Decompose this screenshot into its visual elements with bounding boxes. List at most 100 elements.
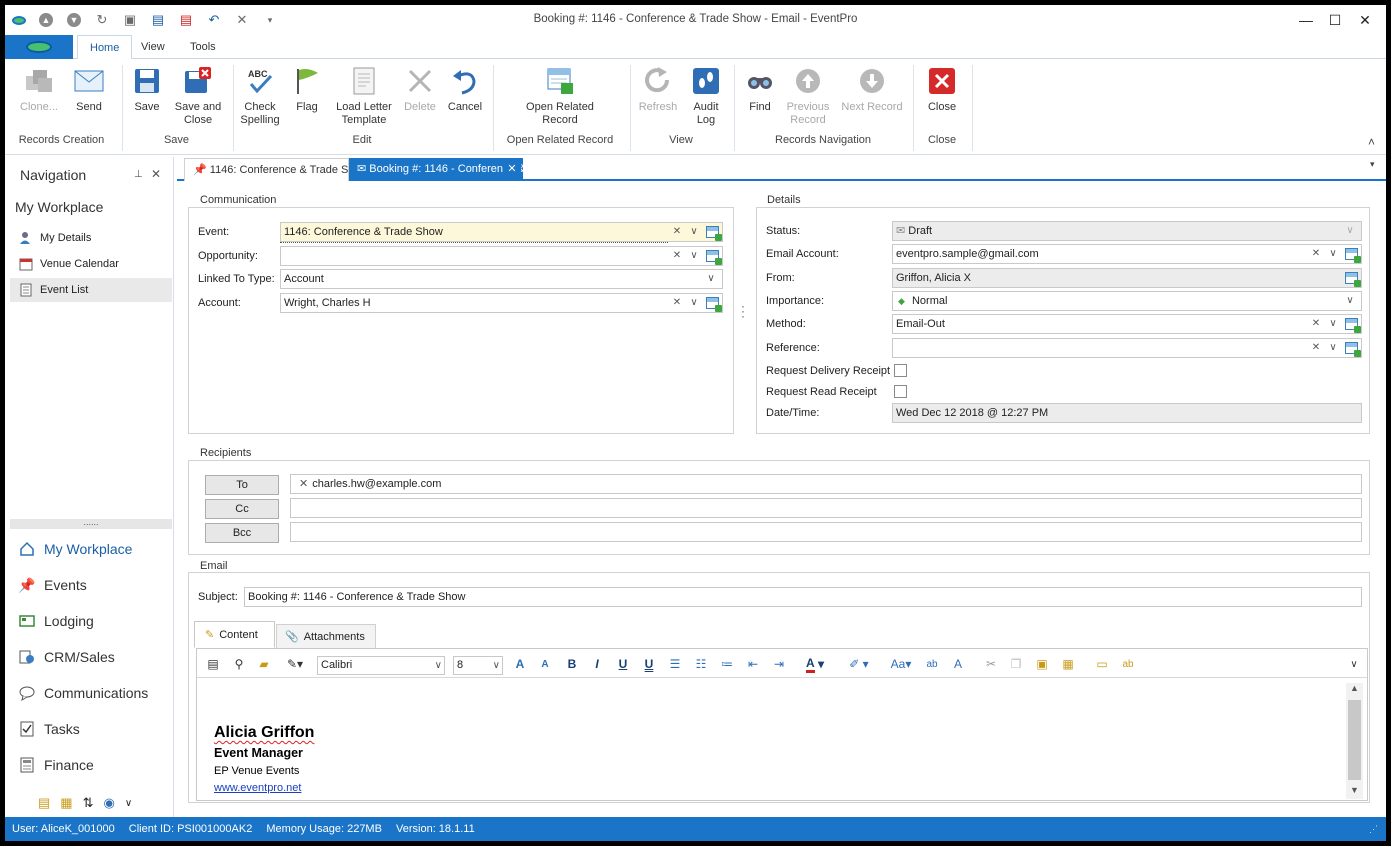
find-replace-icon[interactable]: ⚲	[231, 652, 247, 676]
chevron-down-icon[interactable]: ∨	[1325, 245, 1341, 263]
save-and-close-button[interactable]: Save and Close	[173, 65, 223, 127]
bcc-field[interactable]	[290, 522, 1362, 542]
module-events[interactable]: 📌 Events	[18, 570, 87, 600]
chevron-down-icon[interactable]: ∨	[1342, 292, 1358, 310]
panel-splitter[interactable]: · · ·	[741, 300, 745, 322]
check-spelling-button[interactable]: ABC Check Spelling	[240, 65, 280, 127]
numbering-icon[interactable]: ☷	[693, 652, 709, 676]
minimize-button[interactable]: —	[1294, 9, 1318, 31]
close-tab-button[interactable]: ✕	[503, 158, 521, 181]
chevron-down-icon[interactable]: ∨	[686, 247, 702, 265]
clone-button[interactable]: Clone...	[16, 65, 62, 114]
merge-field-icon[interactable]: ab	[1120, 652, 1136, 676]
send-button[interactable]: Send	[69, 65, 109, 114]
spelling-icon[interactable]: ab	[924, 652, 940, 676]
close-window-button[interactable]: ✕	[1353, 9, 1377, 31]
module-communications[interactable]: Communications	[18, 678, 148, 708]
pin-icon[interactable]: ⊥	[134, 169, 143, 180]
chevron-down-icon[interactable]: ∨	[1325, 339, 1341, 357]
status-field[interactable]: ✉ Draft ∨	[892, 221, 1362, 241]
decrease-indent-icon[interactable]: ⇤	[745, 652, 761, 676]
cut-icon[interactable]: ✂	[983, 652, 999, 676]
linked-to-type-select[interactable]: Account ∨	[280, 269, 723, 289]
lookup-grid-icon[interactable]	[703, 223, 722, 241]
increase-indent-icon[interactable]: ⇥	[771, 652, 787, 676]
method-field[interactable]: Email-Out ✕ ∨	[892, 314, 1362, 334]
nav-item-event-list[interactable]: Event List	[10, 278, 172, 302]
highlight-icon[interactable]: ✐ ▾	[845, 652, 873, 676]
font-color-icon[interactable]: A ▾	[801, 652, 829, 676]
lookup-grid-icon[interactable]	[1342, 245, 1361, 263]
from-field[interactable]: Griffon, Alicia X	[892, 268, 1362, 288]
bullets-icon[interactable]: ☰	[667, 652, 683, 676]
account-field[interactable]: Wright, Charles H ✕ ∨	[280, 293, 723, 313]
clear-icon[interactable]: ✕	[669, 223, 685, 241]
sort-icon[interactable]: ⇅	[83, 795, 94, 811]
font-dialog-icon[interactable]: A	[950, 652, 966, 676]
font-size-select[interactable]: 8 ∨	[453, 656, 503, 675]
scroll-up-icon[interactable]: ▲	[1346, 683, 1363, 697]
cancel-button[interactable]: Cancel	[446, 65, 484, 114]
clear-icon[interactable]: ✕	[669, 247, 685, 265]
application-menu-button[interactable]	[5, 35, 73, 59]
event-field[interactable]: 1146: Conference & Trade Show ✕ ∨	[280, 222, 723, 242]
module-crm-sales[interactable]: CRM/Sales	[18, 642, 115, 672]
toolbar-more-icon[interactable]: ∨	[1347, 652, 1361, 676]
close-button[interactable]: Close	[923, 65, 961, 114]
module-lodging[interactable]: Lodging	[18, 606, 94, 636]
open-related-record-button[interactable]: Open Related Record	[520, 65, 600, 127]
tab-tools[interactable]: Tools	[178, 35, 228, 59]
clear-icon[interactable]: ✕	[1308, 315, 1324, 333]
page-layout-icon[interactable]: ▤	[205, 652, 221, 676]
paste-format-icon[interactable]: ✎▾	[283, 652, 307, 676]
multilevel-list-icon[interactable]: ≔	[719, 652, 735, 676]
clear-icon[interactable]: ✕	[1308, 339, 1324, 357]
lookup-grid-icon[interactable]	[703, 247, 722, 265]
globe-icon[interactable]: ◉	[104, 795, 115, 811]
clear-icon[interactable]: ✕	[1308, 245, 1324, 263]
to-button[interactable]: To	[205, 475, 279, 495]
doc-tab-email[interactable]: ✉ Booking #: 1146 - Conference & Trade S…	[349, 158, 523, 181]
doc-tab-event[interactable]: 📌 1146: Conference & Trade Show	[184, 158, 349, 181]
tab-list-dropdown-icon[interactable]: ▾	[1370, 159, 1375, 170]
save-button[interactable]: Save	[128, 65, 166, 114]
font-name-select[interactable]: Calibri ∨	[317, 656, 445, 675]
notes-icon[interactable]: ▤	[38, 795, 50, 811]
flag-button[interactable]: Flag	[291, 65, 323, 114]
module-tasks[interactable]: Tasks	[18, 714, 80, 744]
pane-splitter[interactable]: ......	[10, 518, 172, 529]
opportunity-field[interactable]: ✕ ∨	[280, 246, 723, 266]
refresh-button[interactable]: Refresh	[636, 65, 680, 114]
module-my-workplace[interactable]: My Workplace	[18, 534, 132, 564]
double-underline-icon[interactable]: U	[641, 652, 657, 676]
chevron-down-icon[interactable]: ∨	[493, 657, 500, 674]
open-folder-icon[interactable]: ▰	[256, 652, 272, 676]
collapse-ribbon-button[interactable]: ˄	[1368, 135, 1375, 149]
module-finance[interactable]: Finance	[18, 750, 94, 780]
tab-content[interactable]: ✎ Content	[194, 621, 275, 648]
nav-item-venue-calendar[interactable]: Venue Calendar	[10, 252, 172, 276]
delete-button[interactable]: Delete	[401, 65, 439, 114]
remove-recipient-icon[interactable]: ✕	[299, 478, 308, 490]
next-record-button[interactable]: Next Record	[839, 65, 905, 114]
insert-field-icon[interactable]: ▭	[1094, 652, 1110, 676]
chevron-down-icon[interactable]: ∨	[703, 270, 719, 288]
close-pane-icon[interactable]: ✕	[151, 167, 161, 181]
find-button[interactable]: Find	[742, 65, 778, 114]
nav-item-my-details[interactable]: My Details	[10, 226, 172, 250]
bold-icon[interactable]: B	[564, 652, 580, 676]
reference-field[interactable]: ✕ ∨	[892, 338, 1362, 358]
audit-log-button[interactable]: Audit Log	[687, 65, 725, 127]
maximize-button[interactable]: ☐	[1323, 9, 1347, 31]
shrink-font-icon[interactable]: A	[537, 652, 553, 676]
editor-scrollbar[interactable]: ▲ ▼	[1346, 683, 1363, 799]
italic-icon[interactable]: I	[589, 652, 605, 676]
resize-grip-icon[interactable]: ⋰	[1369, 817, 1378, 841]
chevron-down-icon[interactable]: ∨	[125, 798, 132, 809]
paste-special-icon[interactable]: ▦	[1060, 652, 1076, 676]
datetime-field[interactable]: Wed Dec 12 2018 @ 12:27 PM	[892, 403, 1362, 423]
email-account-field[interactable]: eventpro.sample@gmail.com ✕ ∨	[892, 244, 1362, 264]
read-receipt-checkbox[interactable]	[894, 385, 907, 398]
chevron-down-icon[interactable]: ∨	[686, 294, 702, 312]
importance-select[interactable]: ◆ Normal ∨	[892, 291, 1362, 311]
